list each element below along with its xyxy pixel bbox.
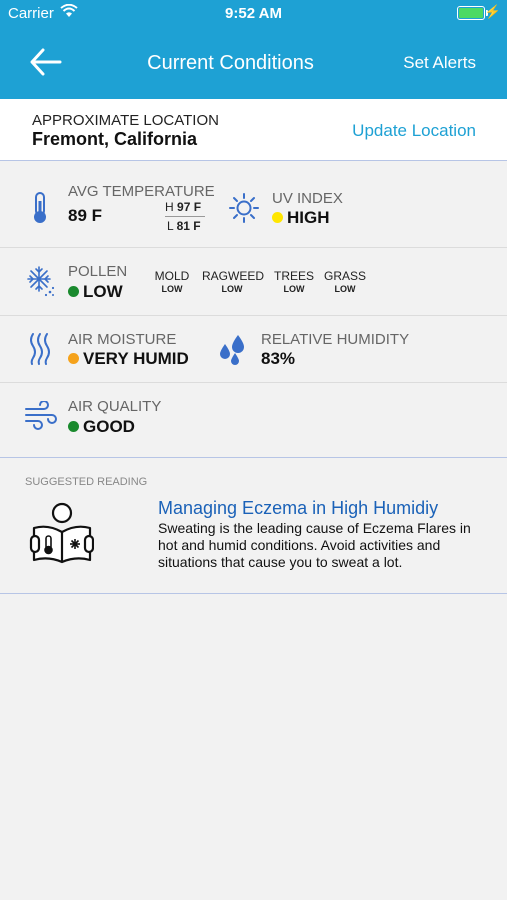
update-location-button[interactable]: Update Location xyxy=(352,121,476,141)
pollen-type-level: LOW xyxy=(161,284,183,294)
temperature-label: AVG TEMPERATURE xyxy=(68,183,215,200)
set-alerts-button[interactable]: Set Alerts xyxy=(403,53,476,73)
pollen-value-text: LOW xyxy=(83,282,123,301)
temperature-low: L 81 F xyxy=(167,219,201,233)
pollen-type-name: RAGWEED xyxy=(202,269,265,283)
pollen-type-name: MOLD xyxy=(154,269,190,283)
moisture-icon xyxy=(28,332,52,371)
pollen-label: POLLEN xyxy=(68,263,128,280)
thermometer-icon xyxy=(31,192,49,229)
air-quality-value-text: GOOD xyxy=(83,417,135,436)
pollen-type-grass: GRASS LOW xyxy=(315,269,375,294)
location-panel: APPROXIMATE LOCATION Fremont, California… xyxy=(0,99,507,161)
temperature-value: 89 F xyxy=(68,206,103,225)
moisture-value: VERY HUMID xyxy=(68,349,189,369)
air-quality-value: GOOD xyxy=(68,417,135,437)
low-prefix: L xyxy=(167,219,174,233)
pollen-value: LOW xyxy=(68,282,123,302)
status-bar: Carrier 9:52 AM ⚡ xyxy=(0,0,507,28)
low-value: 81 F xyxy=(176,219,201,233)
charging-icon: ⚡ xyxy=(484,4,501,19)
battery-icon xyxy=(457,6,485,20)
uv-dot xyxy=(272,212,283,223)
uv-value: HIGH xyxy=(272,208,330,228)
moisture-dot xyxy=(68,353,79,364)
high-prefix: H xyxy=(165,200,174,214)
pollen-dot xyxy=(68,286,79,297)
air-quality-dot xyxy=(68,421,79,432)
pollen-icon xyxy=(26,265,56,302)
uv-label: UV INDEX xyxy=(272,190,343,207)
sun-icon xyxy=(229,193,259,228)
air-quality-label: AIR QUALITY xyxy=(68,398,162,415)
reading-person-icon xyxy=(28,502,95,569)
article-title-link[interactable]: Managing Eczema in High Humidiy xyxy=(158,498,438,519)
moisture-value-text: VERY HUMID xyxy=(83,349,189,368)
app-header: Carrier 9:52 AM ⚡ Current Conditions Set… xyxy=(0,0,507,99)
temperature-high: H 97 F xyxy=(165,200,201,214)
suggested-reading-label: SUGGESTED READING xyxy=(25,476,148,488)
humidity-label: RELATIVE HUMIDITY xyxy=(261,331,410,348)
high-low-divider xyxy=(165,216,205,217)
water-drops-icon xyxy=(218,334,248,371)
pollen-type-level: LOW xyxy=(221,284,243,294)
pollen-type-mold: MOLD LOW xyxy=(142,269,202,294)
location-label: APPROXIMATE LOCATION xyxy=(32,112,219,129)
pollen-type-ragweed: RAGWEED LOW xyxy=(202,269,265,294)
wind-icon xyxy=(24,400,58,436)
page-title: Current Conditions xyxy=(147,52,314,74)
humidity-value: 83% xyxy=(261,349,296,368)
location-value: Fremont, California xyxy=(32,129,198,149)
status-time: 9:52 AM xyxy=(225,5,282,22)
pollen-type-level: LOW xyxy=(334,284,356,294)
article-summary: Sweating is the leading cause of Eczema … xyxy=(158,520,471,570)
moisture-label: AIR MOISTURE xyxy=(68,331,177,348)
high-value: 97 F xyxy=(177,200,202,214)
pollen-type-name: GRASS xyxy=(323,269,366,283)
uv-value-text: HIGH xyxy=(287,208,330,227)
